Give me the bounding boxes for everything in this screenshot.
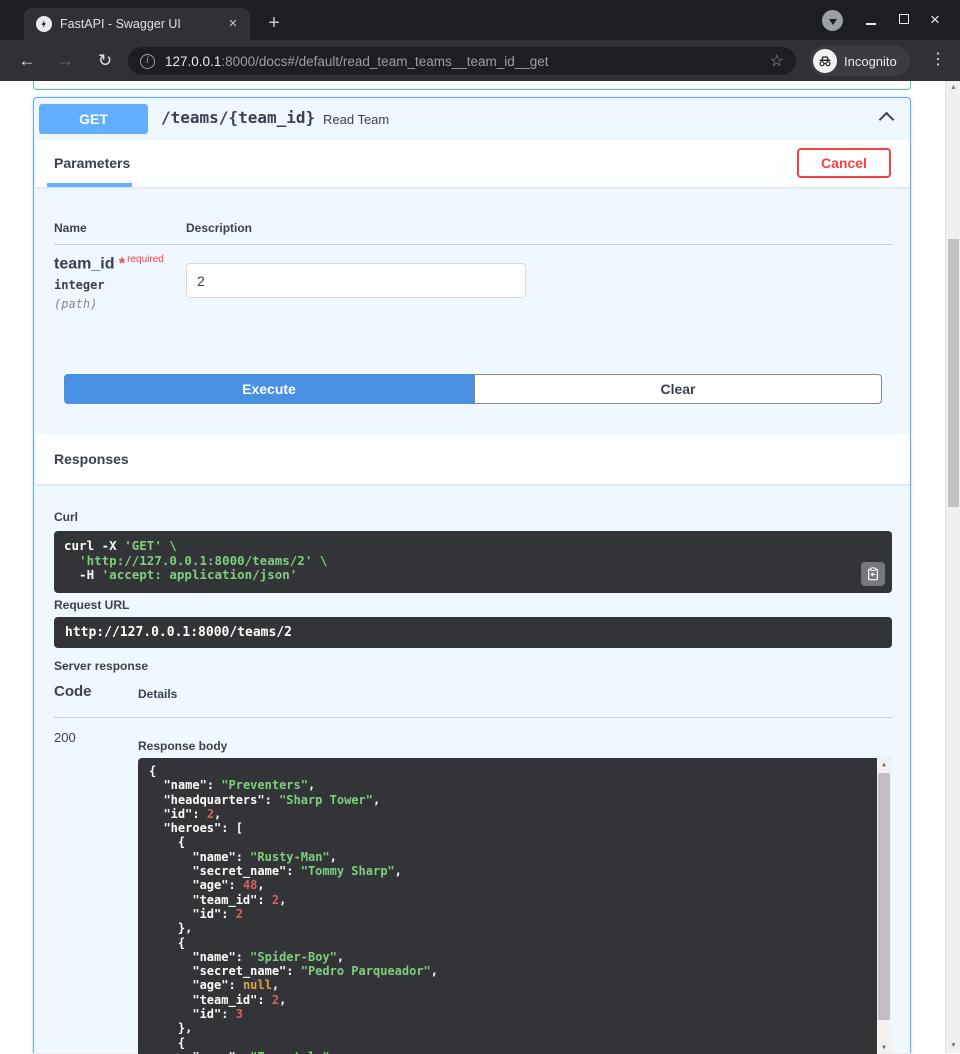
endpoint-header[interactable]: GET /teams/{team_id} Read Team <box>34 98 910 140</box>
status-code: 200 <box>54 730 76 745</box>
tab-parameters[interactable]: Parameters <box>54 155 130 171</box>
site-info-icon[interactable]: i <box>140 54 155 69</box>
endpoint-summary: Read Team <box>323 112 389 127</box>
url-text: 127.0.0.1:8000/docs#/default/read_team_t… <box>165 54 549 69</box>
column-header-name: Name <box>54 221 87 235</box>
new-tab-button[interactable]: + <box>262 12 286 36</box>
responses-title: Responses <box>54 451 129 467</box>
cancel-button[interactable]: Cancel <box>797 148 891 178</box>
required-star: * <box>119 255 125 272</box>
request-url-value: http://127.0.0.1:8000/teams/2 <box>54 617 892 648</box>
browser-tab[interactable]: FastAPI - Swagger UI × <box>24 8 250 40</box>
minimize-icon <box>866 23 876 25</box>
method-badge: GET <box>39 104 148 134</box>
previous-endpoint-block-edge <box>33 81 911 90</box>
page-scrollbar[interactable]: ▲ ▼ <box>945 81 960 1053</box>
back-button[interactable]: ← <box>14 48 40 74</box>
column-header-code: Code <box>54 683 92 700</box>
response-scrollbar-thumb[interactable] <box>878 773 890 1020</box>
bookmark-star-icon[interactable]: ☆ <box>770 51 784 71</box>
incognito-badge: Incognito <box>810 46 910 76</box>
tab-close-icon[interactable]: × <box>224 15 242 33</box>
response-body-scrollbar[interactable]: ▲ ▼ <box>877 758 891 1054</box>
param-name: team_id *required <box>54 254 164 273</box>
incognito-label: Incognito <box>844 54 897 69</box>
incognito-icon <box>813 49 837 73</box>
server-response-label: Server response <box>54 659 148 673</box>
url-host: 127.0.0.1 <box>165 54 221 69</box>
table-header-divider <box>54 244 892 245</box>
window-maximize-button[interactable] <box>894 11 914 29</box>
tab-bar: FastAPI - Swagger UI × + × <box>0 0 960 40</box>
column-header-description: Description <box>186 221 252 235</box>
window-minimize-button[interactable] <box>861 11 881 29</box>
request-url-label: Request URL <box>54 598 129 612</box>
scroll-up-icon[interactable]: ▲ <box>877 758 891 771</box>
response-table-divider <box>54 717 892 718</box>
clear-button[interactable]: Clear <box>474 374 882 404</box>
scroll-down-icon[interactable]: ▼ <box>877 1041 891 1054</box>
param-type: integer <box>54 278 105 292</box>
curl-label: Curl <box>54 510 78 524</box>
curl-command: curl -X 'GET' \ 'http://127.0.0.1:8000/t… <box>64 539 882 583</box>
response-body-json: { "name": "Preventers", "headquarters": … <box>149 764 438 1054</box>
parameters-section-header: Parameters Cancel <box>35 140 910 187</box>
tab-search-button[interactable] <box>822 10 843 31</box>
response-body-block: { "name": "Preventers", "headquarters": … <box>138 758 891 1054</box>
team-id-input[interactable] <box>186 263 526 298</box>
endpoint-path: /teams/{team_id} <box>161 108 315 127</box>
tab-search-icon <box>829 19 837 25</box>
parameters-tab-underline <box>47 183 132 187</box>
responses-section-header: Responses <box>35 434 910 484</box>
param-location: (path) <box>54 297 97 311</box>
window-close-button[interactable]: × <box>925 11 945 29</box>
column-header-details: Details <box>138 687 177 701</box>
forward-button[interactable]: → <box>52 48 78 74</box>
maximize-icon <box>899 14 909 24</box>
page-scrollbar-thumb[interactable] <box>948 239 959 507</box>
reload-button[interactable]: ↻ <box>92 48 118 74</box>
curl-code-block: curl -X 'GET' \ 'http://127.0.0.1:8000/t… <box>54 531 892 593</box>
browser-menu-button[interactable]: ⋮ <box>926 47 950 73</box>
fastapi-favicon-icon <box>36 16 52 32</box>
page-content: GET /teams/{team_id} Read Team Parameter… <box>0 81 960 1053</box>
tab-title: FastAPI - Swagger UI <box>60 17 224 31</box>
page-scroll-down-icon[interactable]: ▼ <box>946 1039 960 1053</box>
browser-toolbar: ← → ↻ i 127.0.0.1:8000/docs#/default/rea… <box>0 40 960 81</box>
response-body-label: Response body <box>138 739 227 753</box>
copy-to-clipboard-button[interactable] <box>861 562 885 586</box>
required-label: required <box>127 254 164 265</box>
execute-button[interactable]: Execute <box>64 374 474 404</box>
url-path: :8000/docs#/default/read_team_teams__tea… <box>221 54 548 69</box>
get-endpoint-block: GET /teams/{team_id} Read Team Parameter… <box>33 97 911 1053</box>
address-bar[interactable]: i 127.0.0.1:8000/docs#/default/read_team… <box>128 47 796 75</box>
collapse-chevron-icon[interactable] <box>879 112 895 128</box>
page-scroll-up-icon[interactable]: ▲ <box>946 81 960 95</box>
